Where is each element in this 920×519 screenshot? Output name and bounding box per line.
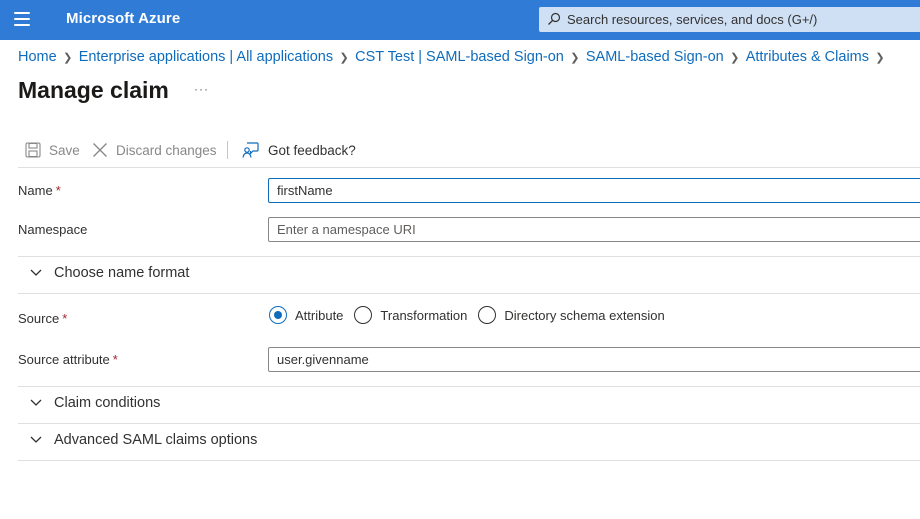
advanced-saml-options-toggle[interactable]: Advanced SAML claims options	[30, 432, 257, 448]
claim-conditions-label: Claim conditions	[54, 395, 161, 411]
source-attribute-input[interactable]	[268, 347, 920, 372]
required-mark: *	[112, 352, 118, 367]
search-icon	[548, 12, 561, 25]
name-label: Name *	[18, 183, 61, 198]
search-input[interactable]	[567, 7, 907, 32]
discard-changes-button[interactable]: Discard changes	[92, 139, 217, 161]
save-icon	[25, 142, 41, 158]
chevron-right-icon: ❯	[63, 51, 73, 64]
breadcrumb-home[interactable]: Home	[18, 49, 57, 65]
divider	[18, 293, 920, 294]
chevron-down-icon	[30, 436, 42, 443]
chevron-down-icon	[30, 399, 42, 406]
advanced-saml-options-label: Advanced SAML claims options	[54, 432, 258, 448]
chevron-right-icon: ❯	[730, 51, 740, 64]
choose-name-format-label: Choose name format	[54, 265, 190, 281]
radio-label: Transformation	[380, 307, 468, 323]
close-icon	[93, 143, 107, 157]
source-radio-group: Attribute Transformation Directory schem…	[269, 306, 676, 324]
required-mark: *	[62, 311, 68, 326]
namespace-label: Namespace	[18, 222, 88, 237]
required-mark: *	[55, 183, 61, 198]
divider	[18, 460, 920, 461]
source-radio-directory-schema-extension[interactable]: Directory schema extension	[478, 306, 665, 324]
save-button[interactable]: Save	[25, 139, 80, 161]
save-label: Save	[49, 142, 80, 158]
name-input[interactable]	[268, 178, 920, 203]
choose-name-format-toggle[interactable]: Choose name format	[30, 265, 189, 281]
divider	[18, 167, 920, 168]
feedback-icon	[242, 142, 259, 158]
claim-conditions-toggle[interactable]: Claim conditions	[30, 395, 160, 411]
divider	[18, 423, 920, 424]
source-label: Source *	[18, 311, 68, 326]
radio-checked-icon	[269, 306, 287, 324]
source-radio-transformation[interactable]: Transformation	[354, 306, 467, 324]
divider	[18, 256, 920, 257]
breadcrumb-enterprise-applications[interactable]: Enterprise applications | All applicatio…	[79, 49, 333, 65]
radio-label: Attribute	[295, 307, 344, 323]
breadcrumb-cst-test[interactable]: CST Test | SAML-based Sign-on	[355, 49, 564, 65]
divider	[18, 386, 920, 387]
chevron-right-icon: ❯	[570, 51, 580, 64]
breadcrumb: Home ❯ Enterprise applications | All app…	[18, 48, 891, 66]
radio-unchecked-icon	[354, 306, 373, 324]
radio-label: Directory schema extension	[504, 307, 665, 323]
chevron-right-icon: ❯	[875, 51, 885, 64]
feedback-label: Got feedback?	[268, 142, 356, 158]
breadcrumb-saml-sign-on[interactable]: SAML-based Sign-on	[586, 49, 724, 65]
radio-unchecked-icon	[478, 306, 497, 324]
more-options-icon[interactable]: ···	[194, 82, 209, 96]
source-radio-attribute[interactable]: Attribute	[269, 306, 343, 324]
hamburger-menu-icon[interactable]	[14, 12, 30, 26]
discard-changes-label: Discard changes	[116, 142, 217, 158]
global-search[interactable]	[539, 7, 920, 32]
namespace-input[interactable]	[268, 217, 920, 242]
feedback-button[interactable]: Got feedback?	[242, 139, 356, 161]
chevron-right-icon: ❯	[339, 51, 349, 64]
chevron-down-icon	[30, 269, 42, 276]
brand-title[interactable]: Microsoft Azure	[66, 10, 180, 27]
top-bar: Microsoft Azure	[0, 0, 920, 40]
breadcrumb-attributes-claims[interactable]: Attributes & Claims	[746, 49, 869, 65]
page-title: Manage claim	[18, 77, 169, 103]
source-attribute-label: Source attribute *	[18, 352, 118, 367]
toolbar-divider	[227, 141, 228, 159]
